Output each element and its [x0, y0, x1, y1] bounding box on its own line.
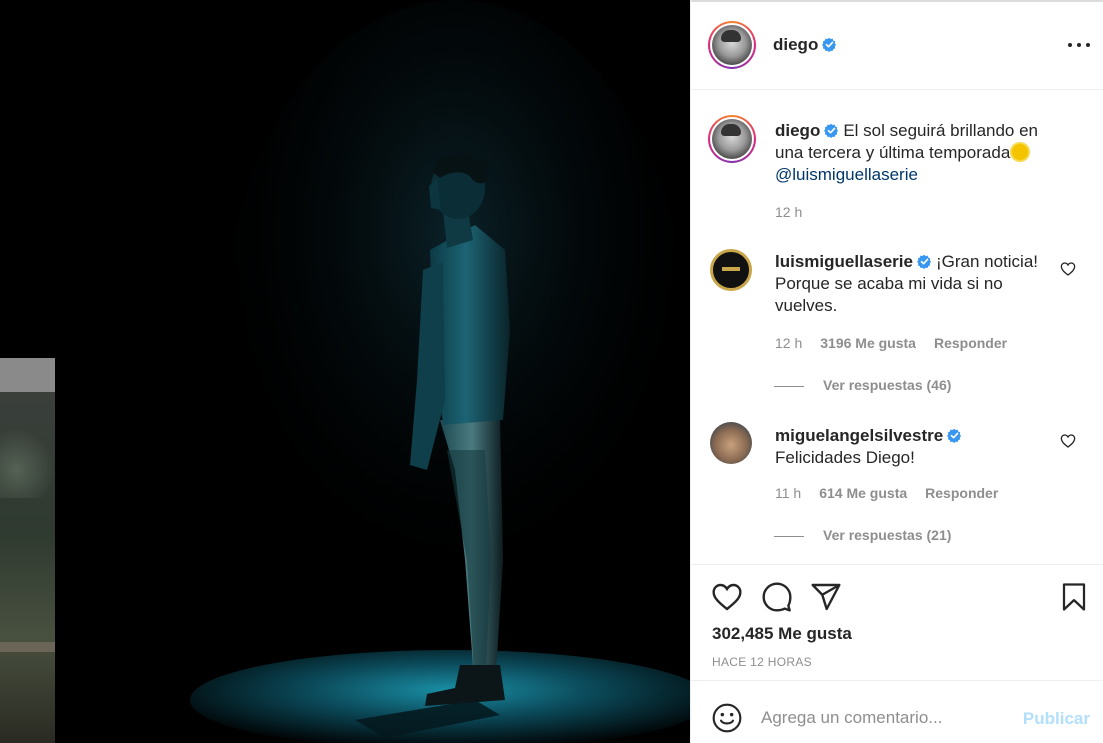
comment-likes[interactable]: 3196 Me gusta [820, 335, 916, 351]
caption-meta: 12 h [775, 204, 820, 220]
emoji-smiley-icon[interactable] [711, 702, 743, 734]
comment-input[interactable] [761, 703, 1011, 733]
comment-text-block: miguelangelsilvestre Felicidades Diego! [775, 425, 1040, 469]
view-replies-label: Ver respuestas (46) [823, 377, 952, 393]
sun-emoji-icon [1012, 144, 1029, 160]
caption-time[interactable]: 12 h [775, 204, 802, 220]
publish-button[interactable]: Publicar [1023, 709, 1090, 729]
view-replies-label: Ver respuestas (21) [823, 527, 952, 543]
author-username-row[interactable]: diego [773, 35, 837, 55]
author-avatar[interactable] [708, 21, 756, 69]
caption-username[interactable]: diego [775, 121, 820, 140]
more-options-icon[interactable] [1068, 36, 1090, 54]
comment-likes[interactable]: 614 Me gusta [819, 485, 907, 501]
avatar-image [712, 119, 752, 159]
comment-text-block: luismiguellaserie ¡Gran noticia! Porque … [775, 251, 1040, 317]
caption-text-block: diego El sol seguirá brillando en una te… [775, 120, 1065, 186]
comment-username[interactable]: miguelangelsilvestre [775, 426, 943, 445]
reply-button[interactable]: Responder [925, 485, 998, 501]
verified-badge-icon [947, 428, 962, 443]
avatar-image [712, 25, 752, 65]
comment-bubble-icon[interactable] [761, 581, 793, 613]
caption-author-avatar[interactable] [708, 115, 756, 163]
stage-scene [55, 0, 690, 743]
background-strip [0, 358, 55, 392]
comment-meta: 12 h 3196 Me gusta Responder [775, 335, 1025, 351]
like-heart-icon[interactable] [711, 581, 743, 613]
reply-button[interactable]: Responder [934, 335, 1007, 351]
replies-divider-line [774, 385, 804, 387]
like-comment-heart-icon[interactable] [1060, 261, 1076, 277]
comment-time[interactable]: 12 h [775, 335, 802, 351]
background-scene [0, 392, 55, 743]
comment-meta: 11 h 614 Me gusta Responder [775, 485, 1016, 501]
comment-time[interactable]: 11 h [775, 485, 801, 501]
view-replies-button[interactable]: Ver respuestas (21) [774, 527, 952, 543]
add-comment-bar: Publicar [691, 680, 1103, 743]
post-likes-count[interactable]: 302,485 Me gusta [712, 624, 852, 644]
comment-username[interactable]: luismiguellaserie [775, 252, 913, 271]
post-timestamp[interactable]: HACE 12 HORAS [712, 655, 812, 669]
author-username[interactable]: diego [773, 35, 818, 54]
caption-mention-link[interactable]: @luismiguellaserie [775, 165, 918, 184]
post-detail-panel: diego diego El sol seguirá brillando en … [690, 0, 1103, 743]
verified-badge-icon [917, 254, 931, 269]
comment-text: Felicidades Diego! [775, 448, 915, 467]
post-photo[interactable] [55, 0, 690, 743]
like-comment-heart-icon[interactable] [1060, 433, 1076, 449]
post-header: diego [691, 0, 1103, 90]
save-bookmark-icon[interactable] [1059, 581, 1089, 613]
commenter-avatar[interactable] [710, 422, 752, 464]
commenter-avatar[interactable] [710, 249, 752, 291]
post-actions: 302,485 Me gusta HACE 12 HORAS [691, 564, 1103, 680]
replies-divider-line [774, 535, 804, 537]
view-replies-button[interactable]: Ver respuestas (46) [774, 377, 952, 393]
background-behind-modal [0, 0, 55, 743]
share-paper-plane-icon[interactable] [810, 581, 842, 613]
verified-badge-icon [822, 37, 837, 52]
comments-scroll-area[interactable]: diego El sol seguirá brillando en una te… [691, 91, 1103, 564]
verified-badge-icon [824, 123, 839, 138]
